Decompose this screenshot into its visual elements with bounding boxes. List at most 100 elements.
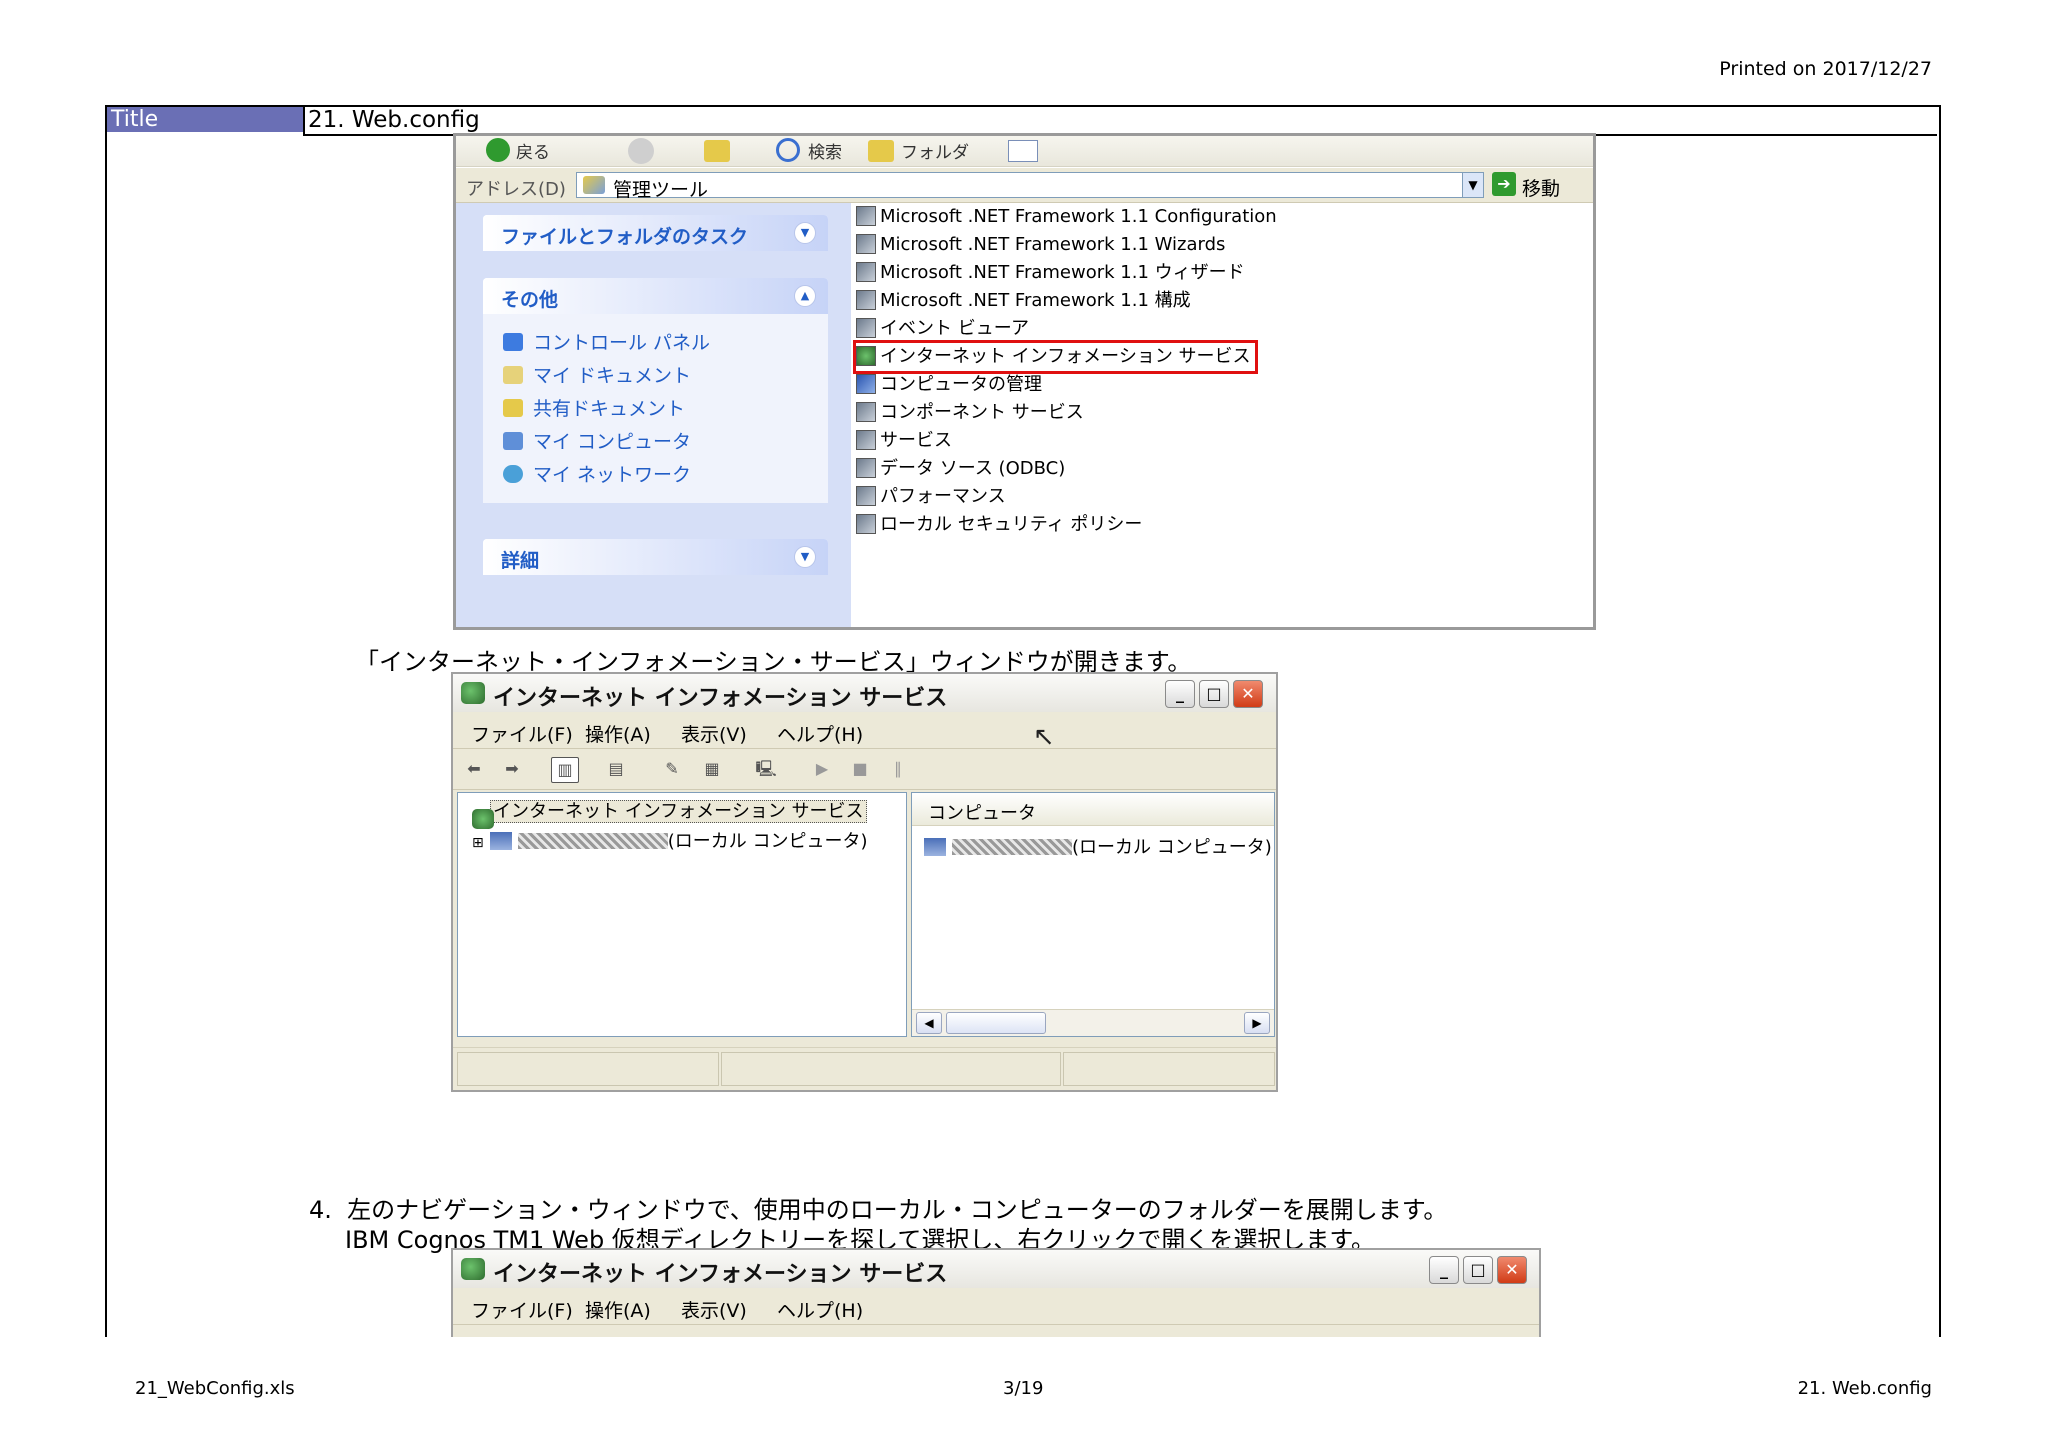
- list-item[interactable]: データ ソース (ODBC): [856, 455, 1277, 483]
- file-tasks-title: ファイルとフォルダのタスク: [501, 226, 749, 248]
- iis-window-title-2: インターネット インフォメーション サービス: [493, 1262, 948, 1287]
- computer-management-icon: [856, 374, 876, 394]
- list-item[interactable]: パフォーマンス: [856, 483, 1277, 511]
- services-gear-icon: [856, 430, 876, 450]
- iis-list-pane: コンピュータ (ローカル コンピュータ) ◀ ▶: [911, 792, 1275, 1037]
- shared-folder-icon: [503, 399, 523, 417]
- printed-date: Printed on 2017/12/27: [1719, 58, 1932, 80]
- up-folder-icon[interactable]: [704, 140, 730, 162]
- list-item-iis-highlighted[interactable]: インターネット インフォメーション サービス: [853, 340, 1277, 374]
- scroll-left-icon[interactable]: ◀: [916, 1012, 942, 1034]
- search-icon[interactable]: [776, 138, 800, 162]
- computer-icon: [489, 832, 512, 850]
- search-button[interactable]: 検索: [808, 138, 842, 163]
- export-list-icon[interactable]: ▤: [603, 757, 629, 781]
- footer-sheet-name: 21. Web.config: [1797, 1378, 1932, 1399]
- list-item[interactable]: イベント ビューア: [856, 315, 1277, 343]
- link-shared-documents[interactable]: 共有ドキュメント: [503, 394, 685, 421]
- my-documents-icon: [503, 366, 523, 384]
- address-dropdown-icon[interactable]: ▼: [1462, 172, 1484, 198]
- maximize-button[interactable]: □: [1463, 1256, 1493, 1284]
- chevron-down-icon[interactable]: ▼: [794, 546, 816, 568]
- list-item[interactable]: ローカル セキュリティ ポリシー: [856, 511, 1277, 539]
- iis-titlebar: インターネット インフォメーション サービス _ □ ✕: [453, 674, 1276, 712]
- dotnet-config-icon: [856, 290, 876, 310]
- folders-icon[interactable]: [868, 140, 894, 162]
- pause-icon[interactable]: ∥: [885, 757, 911, 781]
- properties-icon[interactable]: ✎: [659, 757, 685, 781]
- list-row-local-computer[interactable]: (ローカル コンピュータ): [924, 833, 1272, 859]
- go-arrow-icon[interactable]: ➔: [1492, 172, 1516, 196]
- back-arrow-icon[interactable]: ⬅: [461, 757, 487, 781]
- address-input[interactable]: 管理ツール: [576, 172, 1476, 201]
- list-item[interactable]: サービス: [856, 427, 1277, 455]
- expand-plus-icon[interactable]: ⊞: [472, 835, 484, 851]
- title-separator: [303, 107, 305, 134]
- menu-file[interactable]: ファイル(F): [471, 720, 573, 747]
- link-my-network[interactable]: マイ ネットワーク: [503, 460, 691, 487]
- menu-view[interactable]: 表示(V): [681, 720, 747, 747]
- folders-button[interactable]: フォルダ: [901, 138, 969, 163]
- forward-icon[interactable]: [628, 138, 654, 164]
- horizontal-scrollbar[interactable]: ◀ ▶: [912, 1009, 1274, 1036]
- chevron-down-icon[interactable]: ▼: [794, 222, 816, 244]
- iis-app-icon: [461, 1258, 485, 1280]
- iis-statusbar: [453, 1047, 1276, 1090]
- mouse-cursor-icon: ↖: [1033, 722, 1055, 752]
- link-control-panel[interactable]: コントロール パネル: [503, 328, 710, 355]
- list-item[interactable]: Microsoft .NET Framework 1.1 Configurati…: [856, 203, 1277, 231]
- close-button[interactable]: ✕: [1233, 680, 1263, 708]
- iis-tree-pane: インターネット インフォメーション サービス ⊞ (ローカル コンピュータ): [457, 792, 907, 1037]
- details-box[interactable]: 詳細 ▼: [483, 539, 828, 575]
- forward-arrow-icon[interactable]: ➡: [499, 757, 525, 781]
- show-tree-icon[interactable]: ▥: [551, 757, 579, 783]
- go-button[interactable]: 移動: [1522, 174, 1560, 201]
- explorer-toolbar: 戻る 検索 フォルダ: [456, 136, 1593, 167]
- computer-icon[interactable]: 🖳: [753, 757, 779, 781]
- list-item[interactable]: Microsoft .NET Framework 1.1 ウィザード: [856, 259, 1277, 287]
- list-header[interactable]: コンピュータ: [912, 793, 1274, 826]
- play-icon[interactable]: ▶: [809, 757, 835, 781]
- scroll-thumb[interactable]: [946, 1012, 1046, 1034]
- link-my-computer[interactable]: マイ コンピュータ: [503, 427, 691, 454]
- footer-page-number: 3/19: [1003, 1378, 1044, 1399]
- file-list: Microsoft .NET Framework 1.1 Configurati…: [853, 203, 1277, 539]
- file-tasks-box[interactable]: ファイルとフォルダのタスク ▼: [483, 215, 828, 251]
- tree-root[interactable]: インターネット インフォメーション サービス: [464, 797, 867, 829]
- help-panel-icon[interactable]: ▦: [699, 757, 725, 781]
- back-button[interactable]: 戻る: [516, 138, 550, 163]
- maximize-button[interactable]: □: [1199, 680, 1229, 708]
- component-services-icon: [856, 402, 876, 422]
- address-value: 管理ツール: [613, 179, 709, 201]
- scroll-right-icon[interactable]: ▶: [1244, 1012, 1270, 1034]
- list-item[interactable]: コンポーネント サービス: [856, 399, 1277, 427]
- other-places-title: その他: [501, 289, 559, 311]
- link-my-documents[interactable]: マイ ドキュメント: [503, 361, 691, 388]
- menu-file[interactable]: ファイル(F): [471, 1296, 573, 1323]
- menu-help[interactable]: ヘルプ(H): [777, 720, 863, 747]
- menu-help[interactable]: ヘルプ(H): [777, 1296, 863, 1323]
- close-button[interactable]: ✕: [1497, 1256, 1527, 1284]
- performance-icon: [856, 486, 876, 506]
- list-item[interactable]: Microsoft .NET Framework 1.1 構成: [856, 287, 1277, 315]
- minimize-button[interactable]: _: [1165, 680, 1195, 708]
- views-icon[interactable]: [1008, 140, 1038, 162]
- menu-action[interactable]: 操作(A): [585, 1296, 651, 1323]
- minimize-button[interactable]: _: [1429, 1256, 1459, 1284]
- list-item[interactable]: コンピュータの管理: [856, 371, 1277, 399]
- back-icon[interactable]: [486, 138, 510, 162]
- iis-window: インターネット インフォメーション サービス _ □ ✕ ファイル(F) 操作(…: [451, 672, 1278, 1092]
- my-computer-icon: [503, 432, 523, 450]
- my-network-icon: [503, 465, 523, 483]
- list-item[interactable]: Microsoft .NET Framework 1.1 Wizards: [856, 231, 1277, 259]
- tree-local-computer[interactable]: ⊞ (ローカル コンピュータ): [472, 827, 868, 853]
- menu-action[interactable]: 操作(A): [585, 720, 651, 747]
- iis-menubar: ファイル(F) 操作(A) 表示(V) ヘルプ(H) ↖: [453, 714, 1276, 752]
- title-value: 21. Web.config: [308, 107, 486, 133]
- dotnet-wizard-icon: [856, 262, 876, 282]
- menu-view[interactable]: 表示(V): [681, 1296, 747, 1323]
- chevron-up-icon[interactable]: ▲: [794, 285, 816, 307]
- stop-icon[interactable]: ■: [847, 757, 873, 781]
- admin-tools-icon: [583, 176, 605, 194]
- iis-window-2: インターネット インフォメーション サービス _ □ ✕ ファイル(F) 操作(…: [451, 1248, 1541, 1338]
